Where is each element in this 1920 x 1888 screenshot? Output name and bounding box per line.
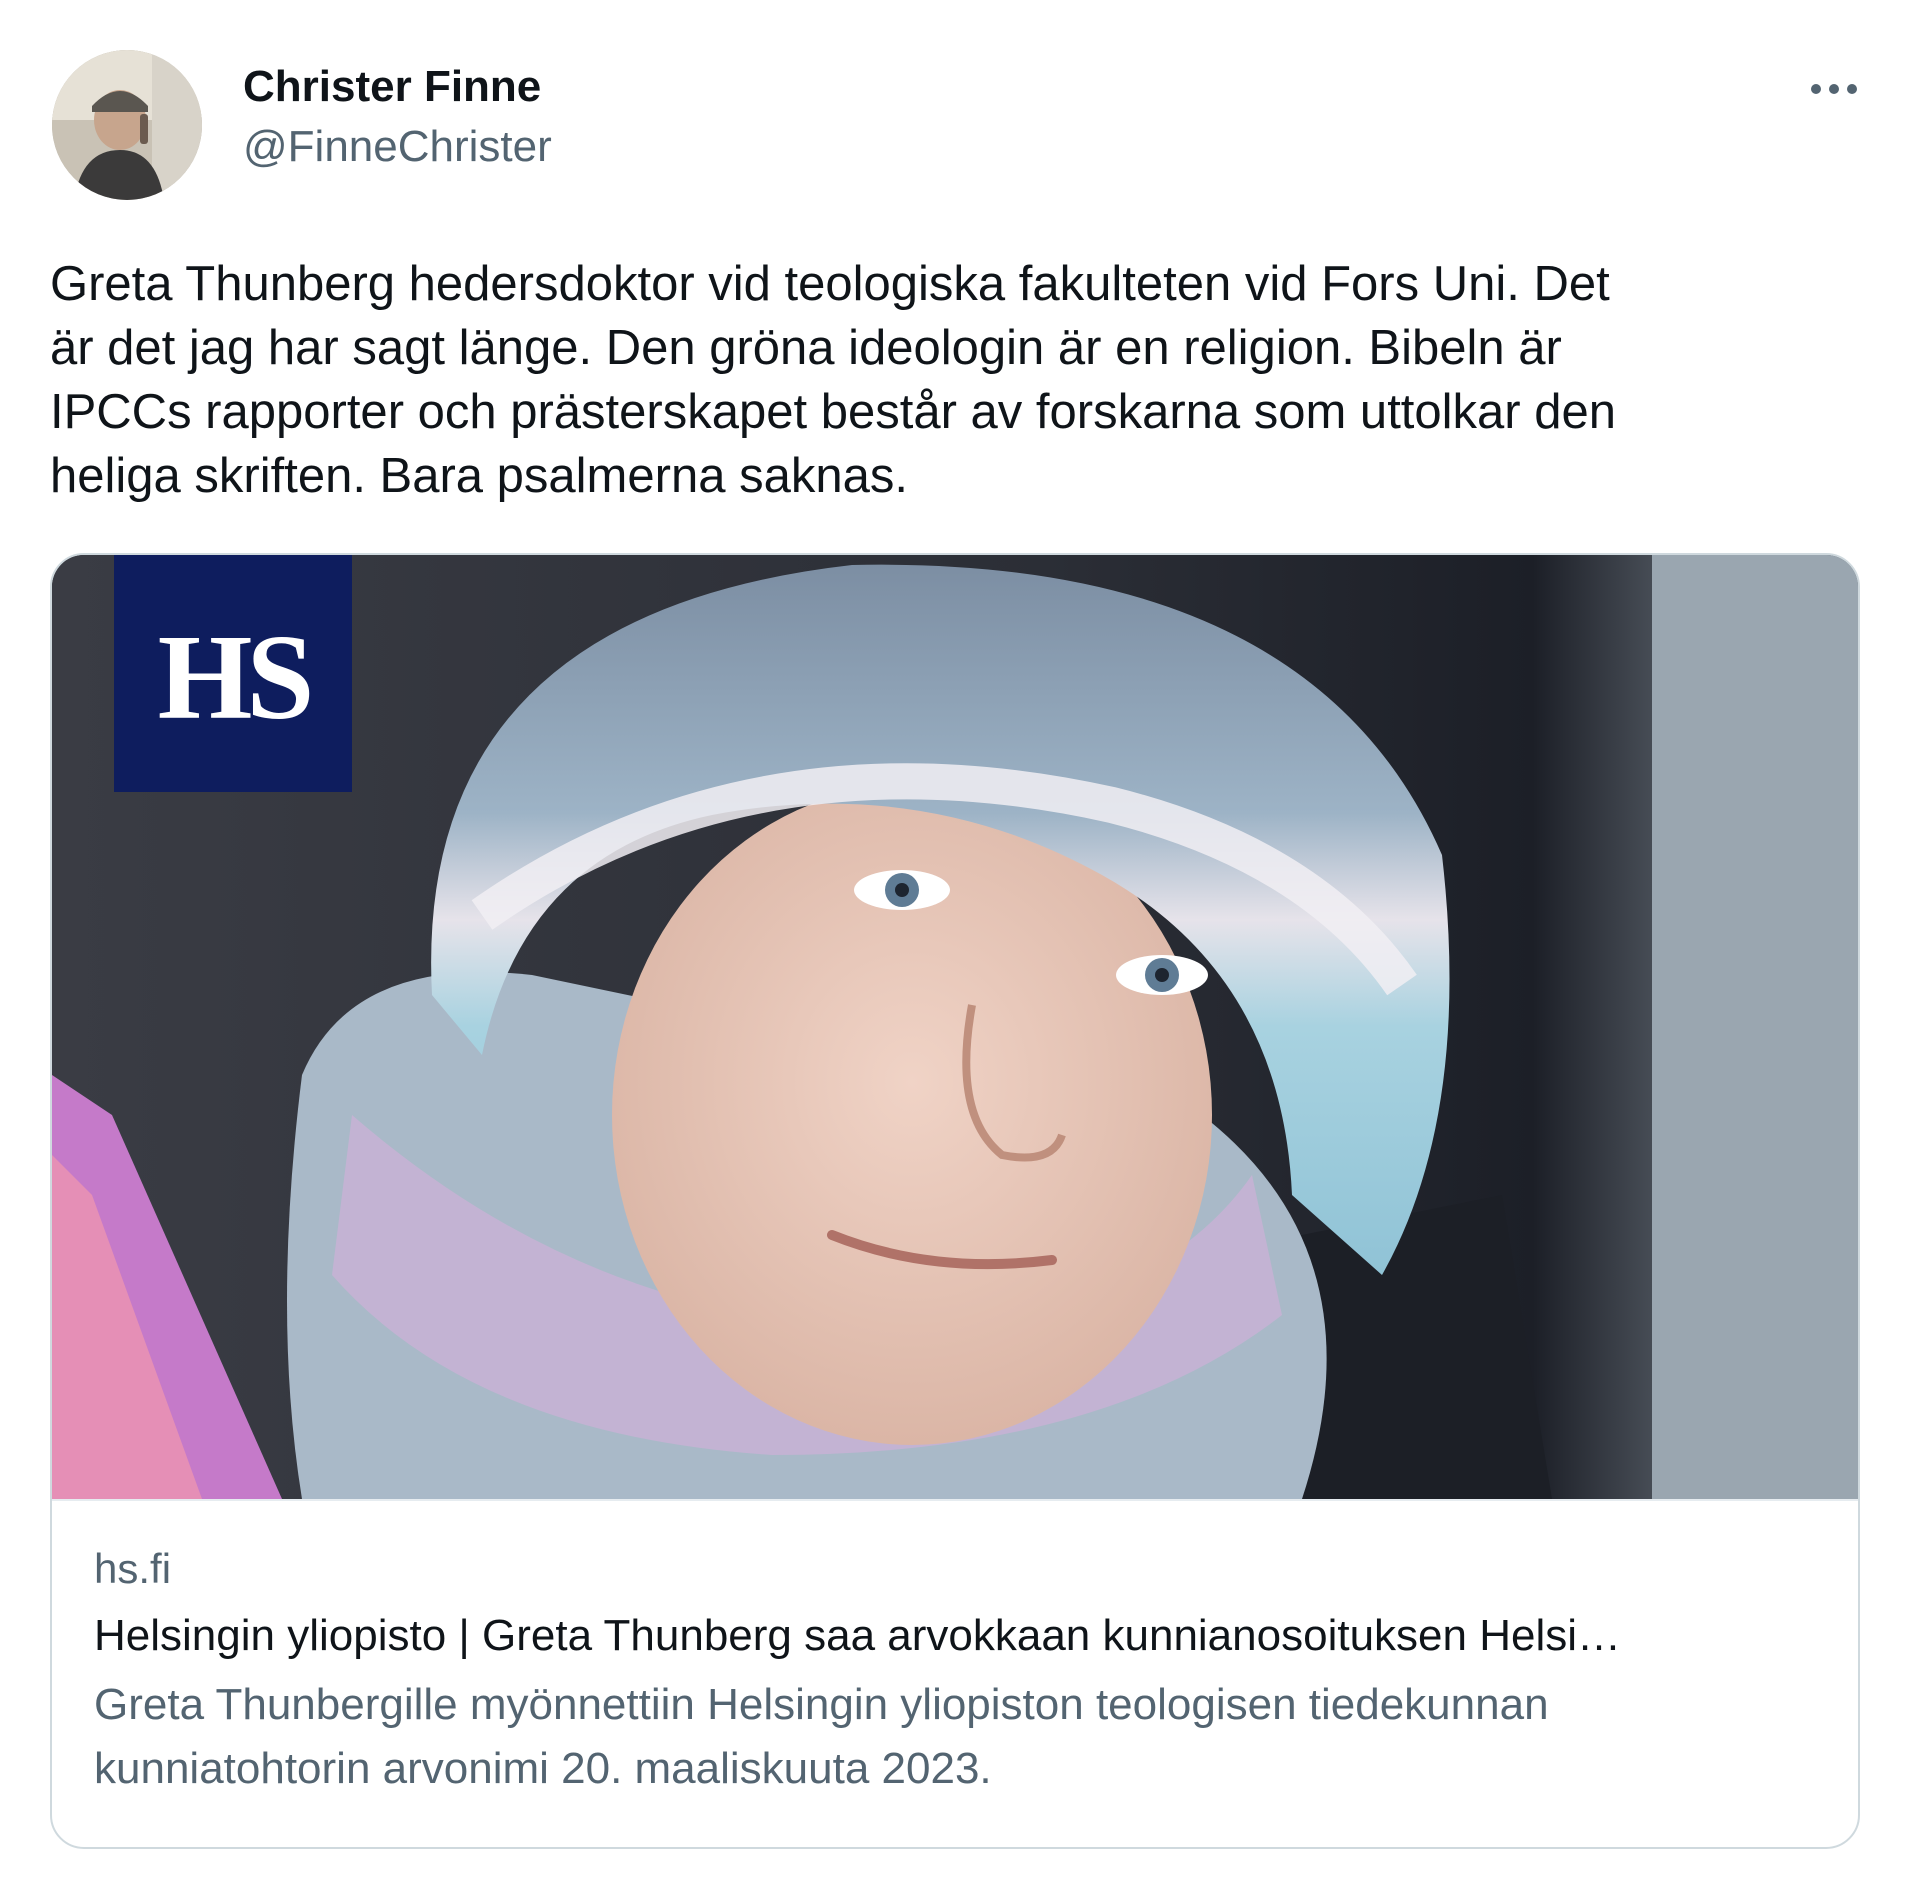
hs-logo: HS (114, 555, 352, 792)
card-title[interactable]: Helsingin yliopisto | Greta Thunberg saa… (94, 1611, 1814, 1661)
card-divider (52, 1499, 1858, 1501)
card-image: HS (52, 555, 1858, 1499)
hs-logo-text: HS (157, 609, 315, 745)
tweet-text: Greta Thunberg hedersdoktor vid teologis… (50, 257, 1616, 503)
card-description: Greta Thunbergille myönnettiin Helsingin… (94, 1680, 1549, 1793)
more-options-button[interactable] (1804, 64, 1864, 114)
author-handle[interactable]: @FinneChrister (243, 122, 552, 172)
author-name[interactable]: Christer Finne (243, 62, 541, 112)
avatar-image (52, 50, 202, 200)
card-domain: hs.fi (94, 1545, 172, 1592)
link-preview-card[interactable]: HS hs.fi Helsingin yliopisto | Greta Thu… (50, 553, 1860, 1849)
tweet: Christer Finne @FinneChrister Greta Thun… (0, 0, 1920, 1888)
more-horizontal-icon (1811, 84, 1857, 94)
author-avatar[interactable] (52, 50, 202, 200)
